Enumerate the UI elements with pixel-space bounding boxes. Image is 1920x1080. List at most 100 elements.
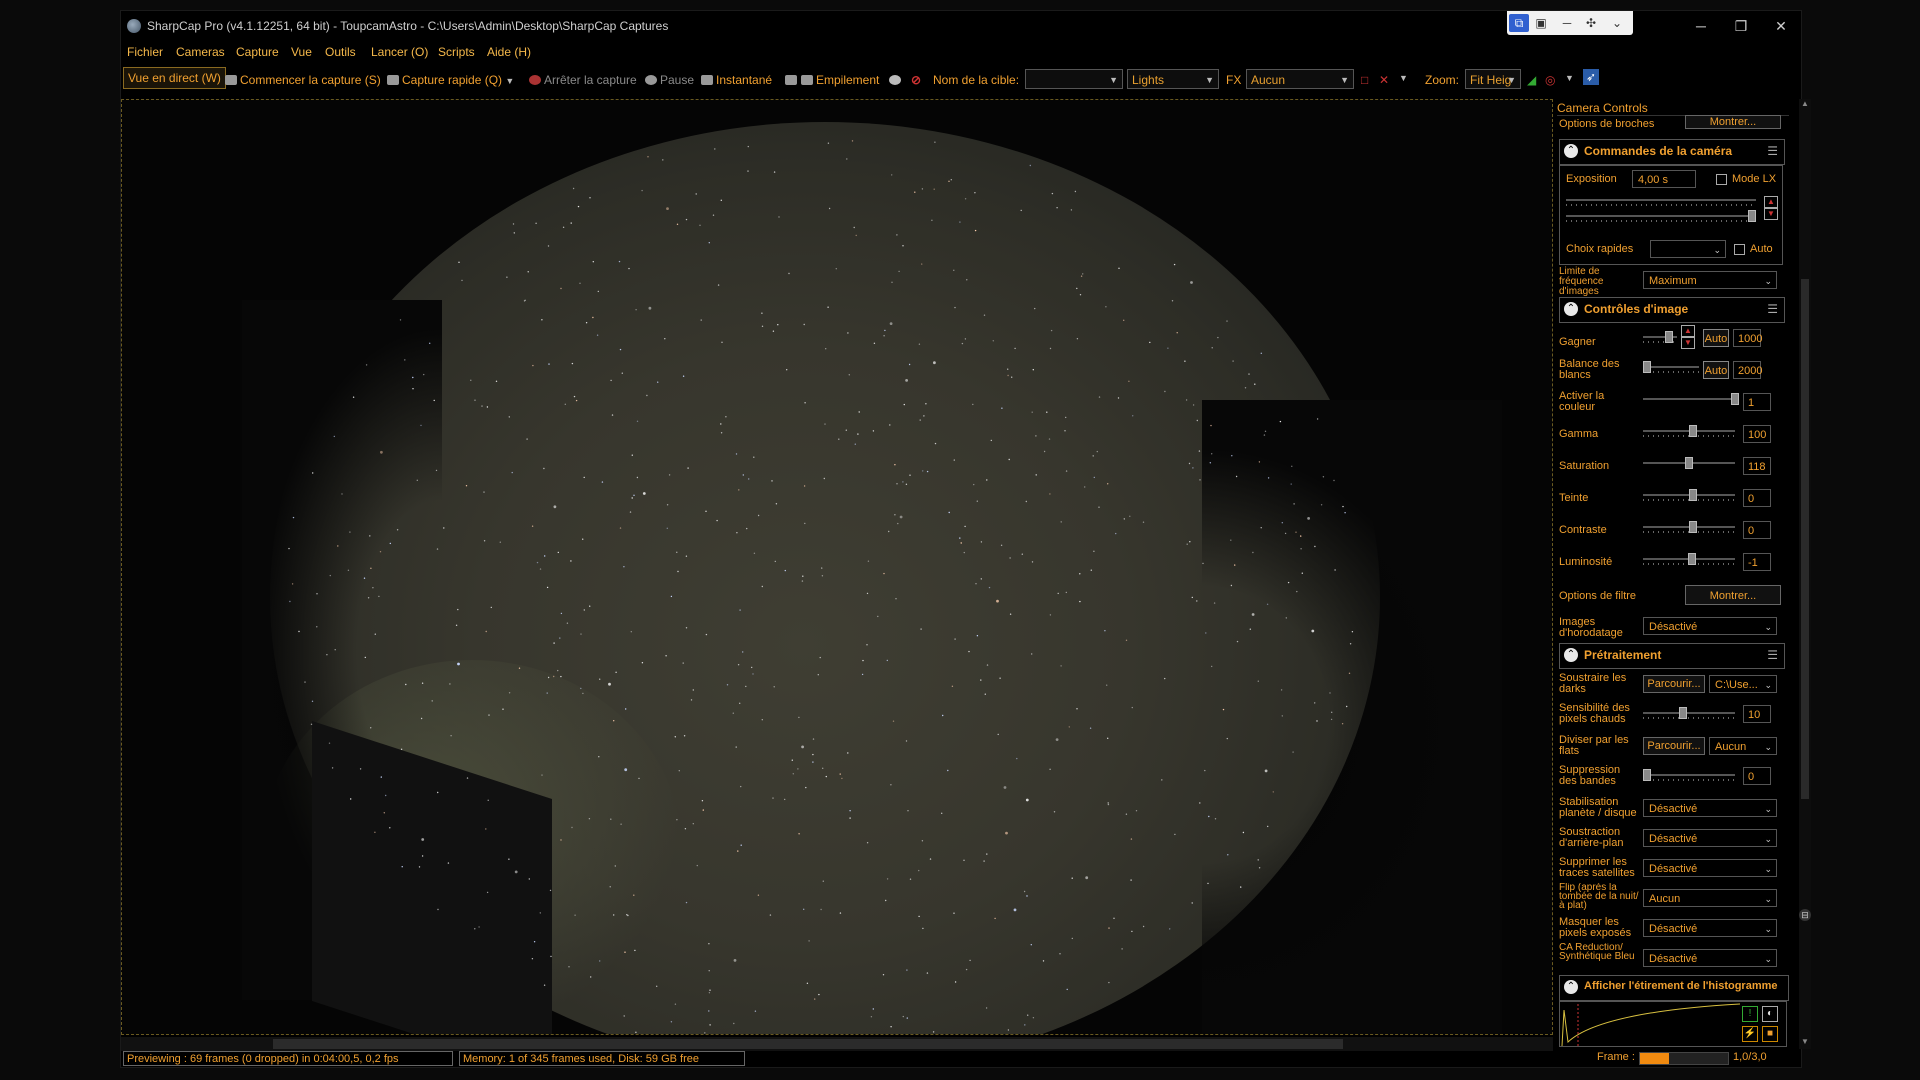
menu-capture[interactable]: Capture xyxy=(236,45,279,59)
gamma-value[interactable]: 100 xyxy=(1743,425,1771,443)
slider-thumb[interactable] xyxy=(1685,457,1693,469)
darks-browse-button[interactable]: Parcourir... xyxy=(1643,675,1705,693)
horizontal-scrollbar[interactable] xyxy=(121,1037,1553,1051)
stacking-button[interactable]: Empilement xyxy=(801,73,879,87)
camera-controls-section-header[interactable]: ⌃ Commandes de la caméra ☰ xyxy=(1559,139,1785,165)
frame-type-select[interactable]: Lights ▼ xyxy=(1127,69,1219,89)
target-icon[interactable]: ◎ xyxy=(1545,73,1555,87)
exposure-input[interactable]: 4,00 s xyxy=(1632,170,1696,188)
quick-choices-auto-checkbox[interactable] xyxy=(1734,244,1745,255)
satellite-trails-select[interactable]: Désactivé ⌄ xyxy=(1643,859,1777,877)
banding-slider[interactable] xyxy=(1643,769,1735,781)
slider-thumb[interactable] xyxy=(1731,393,1739,405)
slider-thumb[interactable] xyxy=(1643,361,1651,373)
darks-file-select[interactable]: C:\Use... ⌄ xyxy=(1709,675,1777,693)
minimize-button[interactable]: ─ xyxy=(1681,11,1721,41)
hot-pixel-slider[interactable] xyxy=(1643,707,1735,719)
chevron-down-icon[interactable]: ▼ xyxy=(1565,73,1574,83)
collapse-icon[interactable]: ⌃ xyxy=(1564,648,1578,662)
lx-mode-checkbox[interactable] xyxy=(1716,174,1727,185)
chevron-down-icon[interactable]: ⌄ xyxy=(1607,14,1627,32)
histogram-display[interactable]: ! ◐ ⚡ ■ xyxy=(1559,1001,1787,1047)
slider-thumb[interactable] xyxy=(1689,425,1697,437)
live-view-button[interactable]: Vue en direct (W) xyxy=(123,67,226,89)
contrast-value[interactable]: 0 xyxy=(1743,521,1771,539)
filter-options-button[interactable]: Montrer... xyxy=(1685,585,1781,605)
banding-value[interactable]: 0 xyxy=(1743,767,1771,785)
collapse-icon[interactable]: ⌃ xyxy=(1564,302,1578,316)
exposure-slider-coarse[interactable] xyxy=(1566,194,1756,206)
preview-viewport[interactable] xyxy=(121,99,1553,1035)
mask-pixels-select[interactable]: Désactivé ⌄ xyxy=(1643,919,1777,937)
reticle-square-icon[interactable]: □ xyxy=(1361,73,1368,87)
no-target-icon[interactable]: ⊘ xyxy=(911,73,921,87)
gain-value[interactable]: 1000 xyxy=(1733,329,1762,347)
chevron-down-icon[interactable]: ▼ xyxy=(1399,73,1408,83)
remote-desktop-icon[interactable]: ⧉ xyxy=(1509,14,1529,32)
slider-thumb[interactable] xyxy=(1679,707,1687,719)
sphere-icon[interactable] xyxy=(889,73,904,87)
close-button[interactable]: ✕ xyxy=(1761,11,1801,41)
plate-solve-icon[interactable]: ➶ xyxy=(1583,69,1600,85)
quick-choices-select[interactable]: ⌄ xyxy=(1650,240,1726,258)
saturation-value[interactable]: 118 xyxy=(1743,457,1771,475)
hue-slider[interactable] xyxy=(1643,489,1735,501)
panel-vertical-scrollbar[interactable]: ▲ ⊟ ▼ xyxy=(1799,99,1811,1049)
preprocessing-section-header[interactable]: ⌃ Prétraitement ☰ xyxy=(1559,643,1785,669)
gain-slider[interactable] xyxy=(1643,331,1677,343)
collapse-icon[interactable]: ⌃ xyxy=(1564,980,1578,994)
start-capture-button[interactable]: Commencer la capture (S) xyxy=(225,73,381,87)
info-icon[interactable]: ! xyxy=(1742,1006,1758,1022)
white-balance-value[interactable]: 2000 xyxy=(1733,361,1762,379)
scroll-up-icon[interactable]: ▲ xyxy=(1801,99,1809,109)
lock-icon[interactable]: ■ xyxy=(1762,1026,1778,1042)
menu-icon[interactable]: ☰ xyxy=(1767,648,1778,662)
contrast-slider[interactable] xyxy=(1643,521,1735,533)
shrink-icon[interactable]: ✣ xyxy=(1581,14,1601,32)
white-balance-auto-button[interactable]: Auto xyxy=(1703,361,1729,379)
scroll-down-icon[interactable]: ▼ xyxy=(1801,1037,1809,1047)
gain-auto-button[interactable]: Auto xyxy=(1703,329,1729,347)
snapshot-button[interactable]: Instantané xyxy=(701,73,772,87)
saturation-slider[interactable] xyxy=(1643,457,1735,469)
collapse-icon[interactable]: ⌃ xyxy=(1564,144,1578,158)
menu-help[interactable]: Aide (H) xyxy=(487,45,531,59)
decrement-icon[interactable]: ▼ xyxy=(1764,208,1778,220)
slider-thumb[interactable] xyxy=(1688,553,1696,565)
white-balance-slider[interactable] xyxy=(1643,361,1699,373)
fx-select[interactable]: Aucun ▼ xyxy=(1246,69,1354,89)
decrement-icon[interactable]: ▼ xyxy=(1681,337,1695,349)
minimize-remote-icon[interactable]: ─ xyxy=(1557,14,1577,32)
image-controls-section-header[interactable]: ⌃ Contrôles d'image ☰ xyxy=(1559,297,1785,323)
monitor-icon[interactable]: ▣ xyxy=(1531,14,1551,32)
brightness-value[interactable]: -1 xyxy=(1743,553,1771,571)
menu-icon[interactable]: ☰ xyxy=(1767,302,1778,316)
contrast-icon[interactable]: ◐ xyxy=(1762,1006,1778,1022)
ca-reduction-select[interactable]: Désactivé ⌄ xyxy=(1643,949,1777,967)
menu-file[interactable]: Fichier xyxy=(127,45,163,59)
color-enable-value[interactable]: 1 xyxy=(1743,393,1771,411)
lightning-icon[interactable]: ⚡ xyxy=(1742,1026,1758,1042)
stop-capture-button[interactable]: Arrêter la capture xyxy=(529,73,637,87)
horizontal-scrollbar-thumb[interactable] xyxy=(273,1039,1343,1049)
flip-select[interactable]: Aucun ⌄ xyxy=(1643,889,1777,907)
zoom-select[interactable]: Fit Heig ▼ xyxy=(1465,69,1521,89)
menu-view[interactable]: Vue xyxy=(291,45,312,59)
slider-thumb[interactable] xyxy=(1748,210,1756,222)
timestamp-select[interactable]: Désactivé ⌄ xyxy=(1643,617,1777,635)
pin-options-button[interactable]: Montrer... xyxy=(1685,115,1781,129)
menu-cameras[interactable]: Cameras xyxy=(176,45,225,59)
increment-icon[interactable]: ▲ xyxy=(1681,325,1695,337)
flats-browse-button[interactable]: Parcourir... xyxy=(1643,737,1705,755)
frame-limit-select[interactable]: Maximum ⌄ xyxy=(1643,271,1777,289)
gamma-slider[interactable] xyxy=(1643,425,1735,437)
slider-thumb[interactable] xyxy=(1689,489,1697,501)
slider-thumb[interactable] xyxy=(1689,521,1697,533)
reticle-cross-icon[interactable]: ✕ xyxy=(1379,73,1389,87)
vertical-scrollbar-thumb[interactable] xyxy=(1801,279,1809,799)
flats-file-select[interactable]: Aucun ⌄ xyxy=(1709,737,1777,755)
brightness-slider[interactable] xyxy=(1643,553,1735,565)
background-subtraction-select[interactable]: Désactivé ⌄ xyxy=(1643,829,1777,847)
pause-button[interactable]: Pause xyxy=(645,73,694,87)
color-enable-slider[interactable] xyxy=(1643,393,1739,405)
